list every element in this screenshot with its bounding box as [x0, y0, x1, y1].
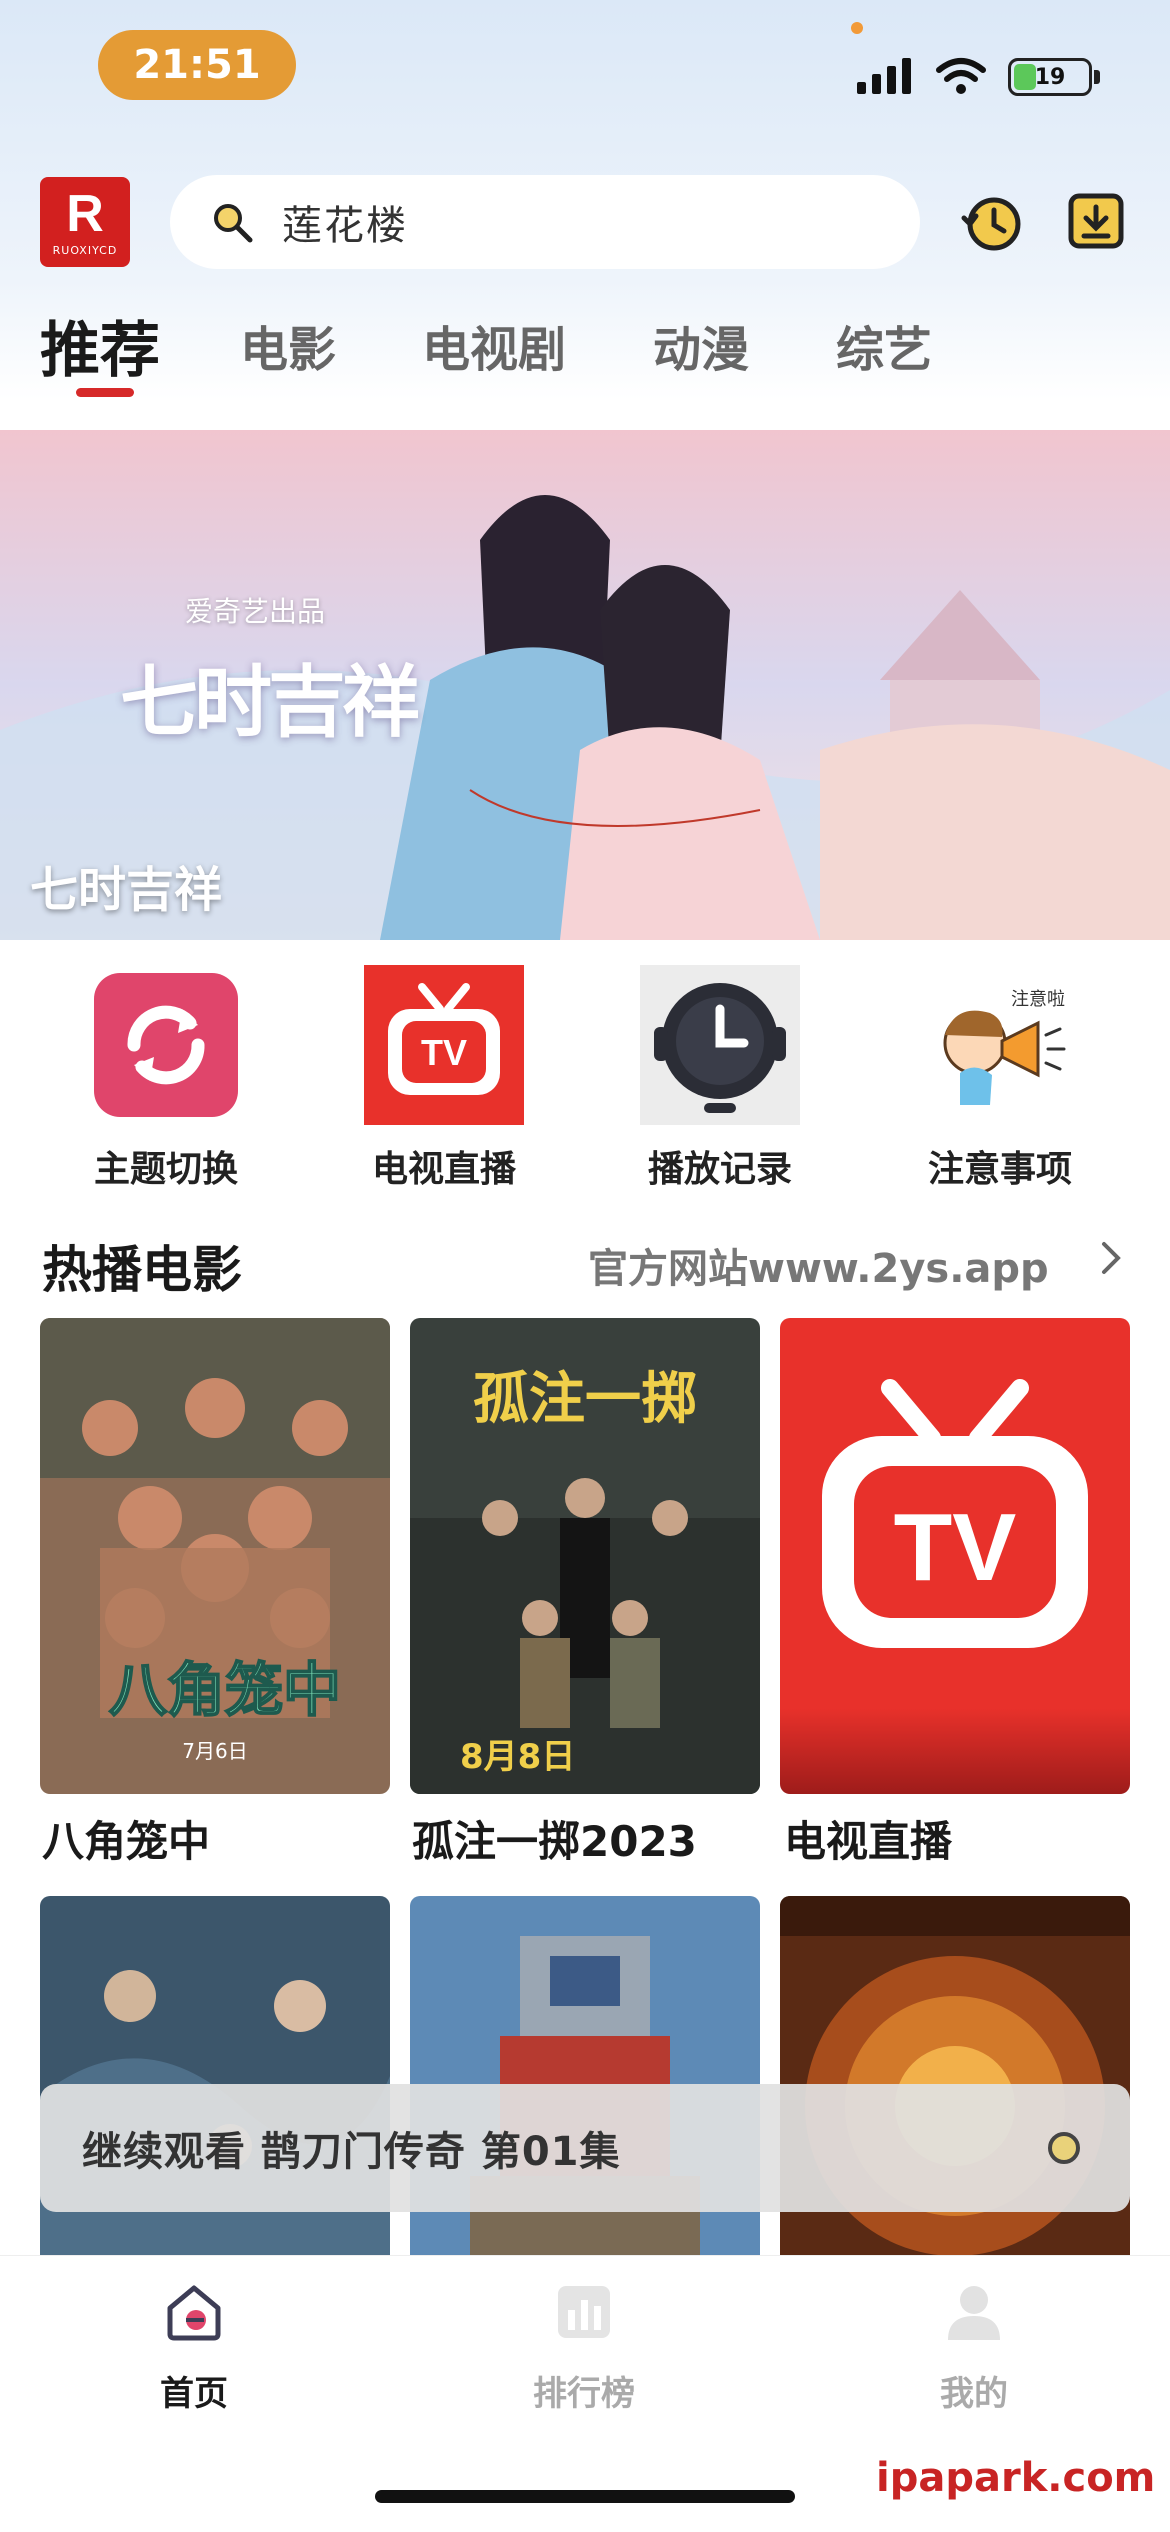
continue-watching-text: 继续观看 鹊刀门传奇 第01集 [82, 2129, 621, 2175]
tab-variety[interactable]: 综艺 [836, 310, 932, 380]
poster-title[interactable]: 孤注一掷2023 [412, 1808, 697, 1869]
nav-profile-label: 我的 [940, 2374, 1008, 2414]
svg-text:TV: TV [421, 1032, 467, 1073]
wifi-icon [936, 58, 986, 94]
poster-title[interactable]: 八角笼中 [42, 1808, 210, 1869]
poster-card[interactable]: TV [780, 1318, 1130, 1794]
status-time: 21:51 [98, 30, 296, 100]
section-title: 热播电影 [42, 1241, 242, 1299]
download-icon[interactable] [1068, 193, 1124, 249]
continue-watching-bar[interactable]: 继续观看 鹊刀门传奇 第01集 [40, 2084, 1130, 2212]
poster-image: 孤注一掷 8月8日 [410, 1318, 760, 1794]
theme-switch-button[interactable] [86, 965, 246, 1125]
logo-mark: R [66, 184, 104, 243]
search-input[interactable]: 莲花楼 [282, 193, 408, 251]
play-history-label: 播放记录 [647, 1149, 792, 1190]
tab-anime[interactable]: 动漫 [653, 310, 749, 380]
nav-profile[interactable]: 我的 [874, 2282, 1074, 2415]
theme-switch-label: 主题切换 [93, 1149, 238, 1190]
home-icon [167, 2285, 221, 2341]
theme-switch-icon [94, 973, 238, 1117]
poster-title-art: TV [894, 1494, 1017, 1601]
banner-title[interactable]: 七时吉祥 [30, 850, 222, 920]
live-tv-button[interactable]: TV [364, 965, 524, 1125]
tab-tv-series[interactable]: 电视剧 [422, 310, 566, 380]
history-icon[interactable] [958, 190, 1024, 256]
logo-text: RUOXIYCD [52, 243, 118, 257]
time-text: 21:51 [133, 42, 261, 88]
search-bar[interactable]: 莲花楼 [170, 175, 920, 269]
profile-icon [948, 2286, 1000, 2340]
official-site-link[interactable]: 官方网站www.2ys.app [588, 1236, 1049, 1294]
poster-title-art: 八角笼中 [109, 1656, 341, 1724]
history-clock-icon [640, 965, 800, 1125]
banner-artwork-subtext: 爱奇艺出品 [185, 595, 326, 628]
nav-home-label: 首页 [160, 2374, 228, 2414]
play-history-button[interactable] [640, 965, 800, 1125]
svg-text:注意啦: 注意啦 [1011, 989, 1065, 1010]
poster-title-art: 孤注一掷 [473, 1366, 697, 1432]
continue-indicator-icon[interactable] [1048, 2132, 1080, 2164]
search-icon [214, 204, 253, 243]
tab-movie[interactable]: 电影 [240, 310, 336, 380]
live-tv-label: 电视直播 [371, 1149, 516, 1190]
poster-date: 7月6日 [182, 1739, 247, 1763]
tab-recommend[interactable]: 推荐 [40, 302, 160, 389]
battery-level: 19 [1034, 64, 1066, 90]
battery-tip [1094, 70, 1100, 84]
tab-active-indicator [76, 388, 134, 397]
nav-home[interactable]: 首页 [94, 2282, 294, 2415]
nav-ranking-label: 排行榜 [533, 2374, 635, 2414]
poster-image: TV [780, 1318, 1130, 1794]
poster-card[interactable]: 孤注一掷 8月8日 [410, 1318, 760, 1794]
notice-icon: 注意啦 [920, 965, 1080, 1125]
ranking-icon [558, 2286, 610, 2338]
signal-icon [857, 58, 911, 94]
notice-button[interactable]: 注意啦 [920, 965, 1080, 1125]
poster-image: 八角笼中 7月6日 [40, 1318, 390, 1794]
notice-label: 注意事项 [927, 1149, 1072, 1190]
tv-icon: TV [364, 965, 524, 1125]
battery-icon: 19 [1008, 58, 1092, 96]
privacy-indicator [851, 22, 863, 34]
nav-ranking[interactable]: 排行榜 [484, 2282, 684, 2415]
home-indicator[interactable] [375, 2490, 795, 2503]
poster-card[interactable]: 八角笼中 7月6日 [40, 1318, 390, 1794]
poster-date: 8月8日 [460, 1737, 575, 1777]
watermark: ipapark.com [876, 2455, 1156, 2501]
banner-artwork-title: 七时吉祥 [120, 657, 420, 748]
chevron-right-icon[interactable] [1096, 1238, 1126, 1278]
app-logo: R RUOXIYCD [40, 177, 130, 267]
poster-title[interactable]: 电视直播 [784, 1808, 952, 1869]
